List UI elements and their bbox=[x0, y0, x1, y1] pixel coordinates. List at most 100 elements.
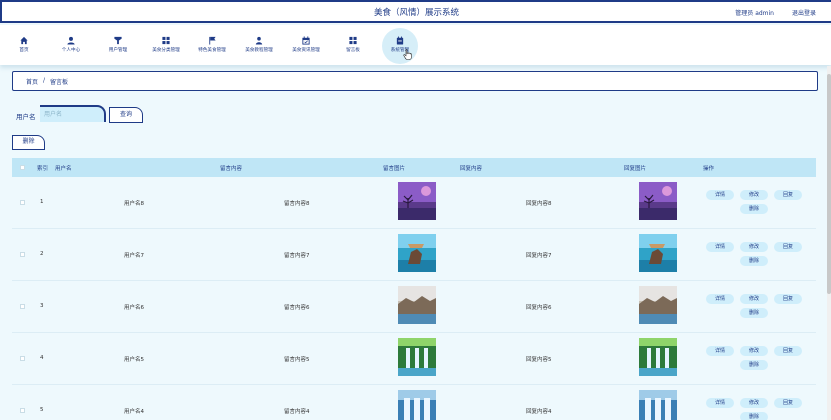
row-username: 用户名8 bbox=[124, 201, 144, 207]
edit-button[interactable]: 修改 bbox=[740, 398, 768, 408]
calendar-icon bbox=[302, 36, 310, 45]
reply-image bbox=[639, 390, 677, 420]
edit-button[interactable]: 修改 bbox=[740, 190, 768, 200]
scrollbar-thumb[interactable] bbox=[827, 74, 831, 294]
message-image bbox=[398, 338, 436, 376]
row-content: 留言内容4 bbox=[284, 409, 310, 415]
reply-image bbox=[639, 286, 677, 324]
nav-item-profile[interactable]: 个人中心 bbox=[52, 25, 90, 65]
detail-button[interactable]: 详情 bbox=[706, 294, 734, 304]
select-all-checkbox[interactable] bbox=[20, 165, 25, 170]
reply-image bbox=[639, 182, 677, 220]
cursor-pointer-icon bbox=[403, 49, 412, 60]
message-image bbox=[398, 234, 436, 272]
row-index: 3 bbox=[40, 303, 44, 309]
top-nav: 首页 个人中心 用户管理 美食分类管理 特色美食管理 美食教程管理 美食资讯管理… bbox=[0, 25, 831, 65]
page-scrollbar[interactable] bbox=[827, 66, 831, 420]
row-username: 用户名4 bbox=[124, 409, 144, 415]
detail-button[interactable]: 详情 bbox=[706, 398, 734, 408]
reply-image bbox=[639, 338, 677, 376]
row-index: 1 bbox=[40, 199, 44, 205]
header-reply-image: 回复图片 bbox=[624, 166, 647, 172]
delete-button[interactable]: 删除 bbox=[740, 412, 768, 420]
reply-button[interactable]: 回复 bbox=[774, 294, 802, 304]
delete-button[interactable]: 删除 bbox=[740, 204, 768, 214]
row-reply: 回复内容5 bbox=[526, 357, 552, 363]
reply-button[interactable]: 回复 bbox=[774, 242, 802, 252]
reply-image bbox=[639, 234, 677, 272]
grid-icon bbox=[349, 36, 357, 45]
nav-label: 个人中心 bbox=[61, 48, 81, 53]
row-reply: 回复内容4 bbox=[526, 409, 552, 415]
users-icon bbox=[114, 36, 122, 45]
nav-item-messages[interactable]: 留言板 bbox=[338, 25, 368, 65]
message-image bbox=[398, 286, 436, 324]
nav-item-news[interactable]: 美食资讯管理 bbox=[285, 25, 327, 65]
current-user: 管理员 admin bbox=[735, 10, 774, 17]
nav-label: 系统管理 bbox=[390, 48, 410, 53]
header-username: 用户名 bbox=[55, 166, 72, 172]
query-button[interactable]: 查询 bbox=[109, 107, 143, 123]
batch-delete-button[interactable]: 删除 bbox=[12, 135, 45, 150]
row-checkbox[interactable] bbox=[20, 408, 25, 413]
flag-icon bbox=[209, 36, 216, 45]
reply-button[interactable]: 回复 bbox=[774, 398, 802, 408]
nav-label: 用户管理 bbox=[108, 48, 128, 53]
search-label: 用户名 bbox=[16, 113, 36, 121]
row-index: 4 bbox=[40, 355, 44, 361]
row-checkbox[interactable] bbox=[20, 200, 25, 205]
edit-button[interactable]: 修改 bbox=[740, 242, 768, 252]
logout-link[interactable]: 退出登录 bbox=[792, 8, 816, 17]
row-username: 用户名7 bbox=[124, 253, 144, 259]
grid-icon bbox=[162, 36, 170, 45]
row-checkbox[interactable] bbox=[20, 356, 25, 361]
table-row: 4 用户名5 留言内容5 回复内容5 详情 修改 回复 删除 bbox=[12, 333, 816, 385]
message-image bbox=[398, 182, 436, 220]
header-content: 留言内容 bbox=[220, 166, 243, 172]
delete-button[interactable]: 删除 bbox=[740, 360, 768, 370]
table-row: 5 用户名4 留言内容4 回复内容4 详情 修改 回复 删除 bbox=[12, 385, 816, 420]
nav-item-featured[interactable]: 特色美食管理 bbox=[191, 25, 233, 65]
user-icon bbox=[67, 36, 75, 45]
person-icon bbox=[255, 36, 263, 45]
app-title: 美食（风情）展示系统 bbox=[373, 8, 459, 18]
nav-item-tutorial[interactable]: 美食教程管理 bbox=[238, 25, 280, 65]
top-header: 美食（风情）展示系统 管理员 admin 退出登录 bbox=[0, 0, 831, 23]
nav-label: 美食分类管理 bbox=[152, 48, 180, 53]
header-actions: 操作 bbox=[703, 166, 715, 172]
nav-item-users[interactable]: 用户管理 bbox=[100, 25, 136, 65]
nav-label: 首页 bbox=[19, 48, 29, 53]
edit-button[interactable]: 修改 bbox=[740, 346, 768, 356]
nav-item-home[interactable]: 首页 bbox=[8, 25, 40, 65]
table-header: 索引 用户名 留言内容 留言图片 回复内容 回复图片 操作 bbox=[12, 158, 816, 177]
row-content: 留言内容5 bbox=[284, 357, 310, 363]
search-input[interactable] bbox=[40, 105, 106, 122]
row-index: 5 bbox=[40, 407, 44, 413]
detail-button[interactable]: 详情 bbox=[706, 242, 734, 252]
row-content: 留言内容8 bbox=[284, 201, 310, 207]
delete-button[interactable]: 删除 bbox=[740, 256, 768, 266]
row-checkbox[interactable] bbox=[20, 304, 25, 309]
message-image bbox=[398, 390, 436, 420]
row-reply: 回复内容7 bbox=[526, 253, 552, 259]
row-checkbox[interactable] bbox=[20, 252, 25, 257]
breadcrumb-separator: / bbox=[43, 77, 46, 84]
delete-button[interactable]: 删除 bbox=[740, 308, 768, 318]
row-username: 用户名5 bbox=[124, 357, 144, 363]
detail-button[interactable]: 详情 bbox=[706, 190, 734, 200]
reply-button[interactable]: 回复 bbox=[774, 346, 802, 356]
detail-button[interactable]: 详情 bbox=[706, 346, 734, 356]
nav-item-system[interactable]: 系统管理 bbox=[381, 25, 419, 65]
header-image: 留言图片 bbox=[383, 166, 406, 172]
nav-item-category[interactable]: 美食分类管理 bbox=[145, 25, 187, 65]
breadcrumb-home[interactable]: 首页 bbox=[26, 77, 38, 86]
row-content: 留言内容7 bbox=[284, 253, 310, 259]
row-username: 用户名6 bbox=[124, 305, 144, 311]
reply-button[interactable]: 回复 bbox=[774, 190, 802, 200]
edit-button[interactable]: 修改 bbox=[740, 294, 768, 304]
table-row: 3 用户名6 留言内容6 回复内容6 详情 修改 回复 删除 bbox=[12, 281, 816, 333]
breadcrumb-current: 留言板 bbox=[50, 79, 69, 86]
header-reply: 回复内容 bbox=[460, 166, 483, 172]
row-index: 2 bbox=[40, 251, 44, 257]
nav-label: 留言板 bbox=[346, 48, 360, 53]
